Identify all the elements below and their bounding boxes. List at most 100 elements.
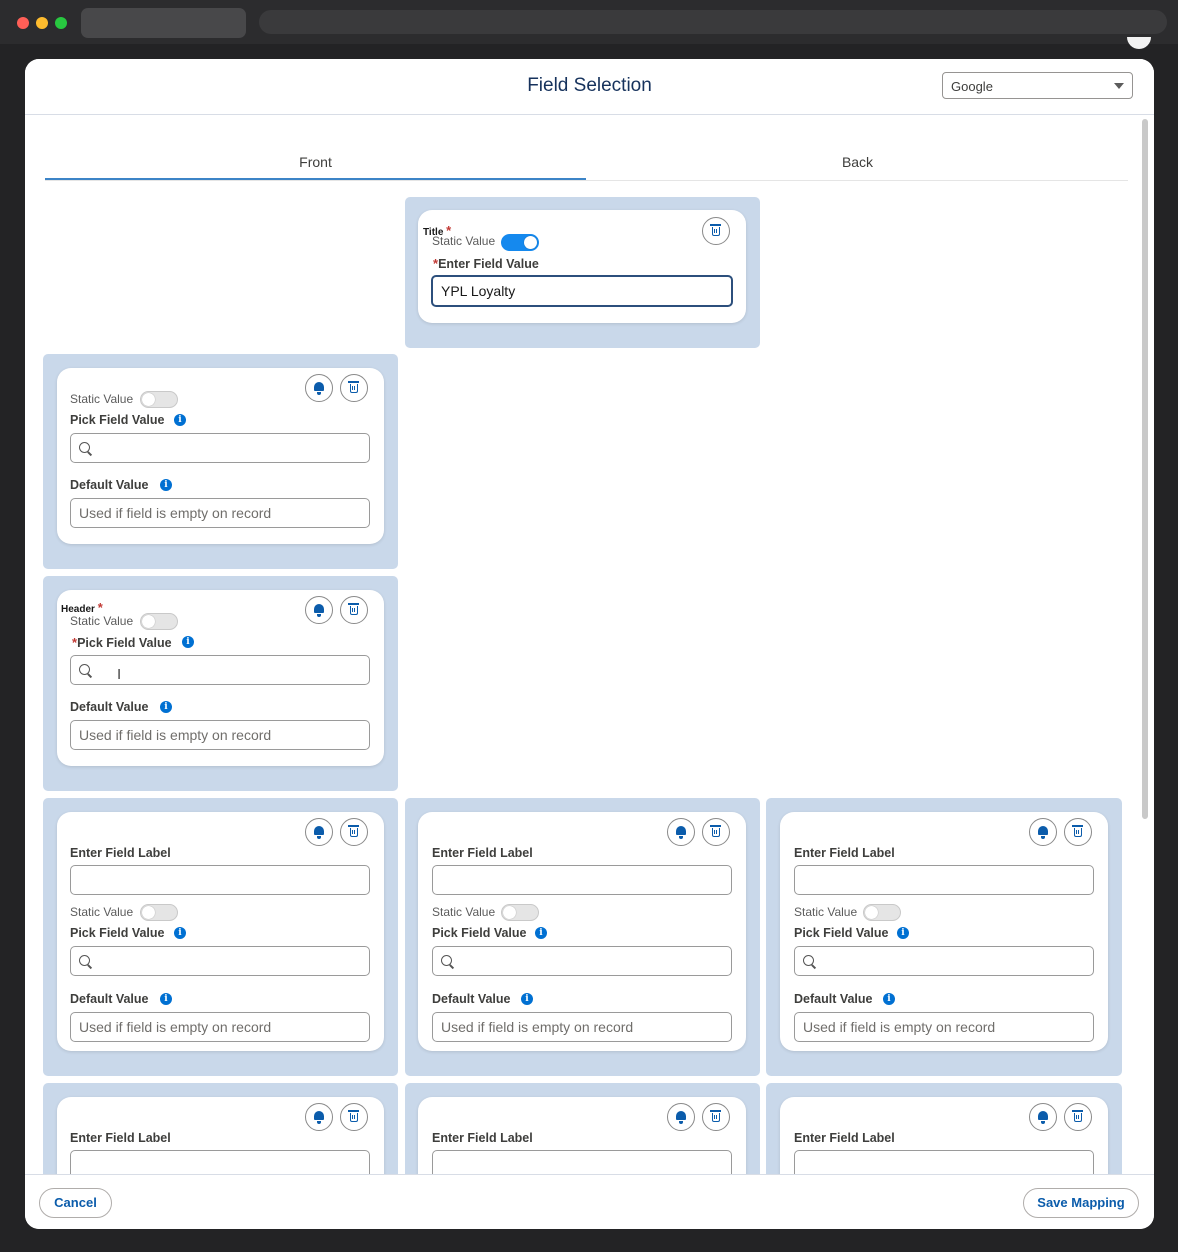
bell-icon bbox=[1038, 826, 1048, 839]
delete-button[interactable] bbox=[340, 818, 368, 846]
pick-field-search-input[interactable] bbox=[70, 946, 370, 976]
static-value-label: Static Value bbox=[794, 905, 858, 919]
modal-header: Field Selection Google bbox=[25, 59, 1154, 115]
info-icon[interactable]: i bbox=[160, 701, 172, 713]
default-value-input[interactable]: Used if field is empty on record bbox=[70, 1012, 370, 1042]
default-value-input[interactable]: Used if field is empty on record bbox=[794, 1012, 1094, 1042]
info-icon[interactable]: i bbox=[160, 479, 172, 491]
delete-button[interactable] bbox=[702, 217, 730, 245]
bell-icon bbox=[314, 826, 324, 839]
trash-icon bbox=[348, 603, 359, 615]
trash-icon bbox=[710, 224, 721, 236]
static-value-toggle[interactable] bbox=[501, 234, 539, 251]
enter-field-label-label: Enter Field Label bbox=[70, 1131, 171, 1145]
pick-field-search-input[interactable] bbox=[432, 946, 732, 976]
field-label-input[interactable] bbox=[70, 865, 370, 895]
field-panel: Static Value Pick Field Value i Default … bbox=[43, 354, 398, 569]
notify-button[interactable] bbox=[667, 818, 695, 846]
notify-button[interactable] bbox=[305, 1103, 333, 1131]
enter-field-label-label: Enter Field Label bbox=[794, 1131, 895, 1145]
bell-icon bbox=[314, 382, 324, 395]
browser-tab[interactable] bbox=[81, 8, 246, 38]
bell-icon bbox=[1038, 1111, 1048, 1124]
delete-button[interactable] bbox=[1064, 818, 1092, 846]
title-value-input[interactable]: YPL Loyalty bbox=[431, 275, 733, 307]
notify-button[interactable] bbox=[305, 596, 333, 624]
default-value-label: Default Value bbox=[70, 700, 149, 714]
tab-back[interactable]: Back bbox=[587, 154, 1128, 178]
trash-icon bbox=[710, 825, 721, 837]
field-label-input[interactable] bbox=[432, 865, 732, 895]
close-window-icon[interactable] bbox=[17, 17, 29, 29]
maximize-window-icon[interactable] bbox=[55, 17, 67, 29]
address-bar[interactable] bbox=[259, 10, 1167, 34]
cancel-button[interactable]: Cancel bbox=[39, 1188, 112, 1218]
scrollbar[interactable] bbox=[1139, 116, 1149, 1174]
trash-icon bbox=[1072, 825, 1083, 837]
minimize-window-icon[interactable] bbox=[36, 17, 48, 29]
pick-field-value-label: Pick Field Value bbox=[432, 926, 527, 940]
default-value-input[interactable]: Used if field is empty on record bbox=[432, 1012, 732, 1042]
static-value-toggle[interactable] bbox=[863, 904, 901, 921]
info-icon[interactable]: i bbox=[897, 927, 909, 939]
field-selection-modal: Field Selection Google Front Back Title … bbox=[25, 59, 1154, 1229]
required-mark: * bbox=[97, 600, 103, 615]
bell-icon bbox=[314, 1111, 324, 1124]
field-panel: Enter Field Label Static Value Pick Fiel… bbox=[766, 798, 1122, 1076]
bell-icon bbox=[314, 604, 324, 617]
notify-button[interactable] bbox=[667, 1103, 695, 1131]
notify-button[interactable] bbox=[305, 374, 333, 402]
delete-button[interactable] bbox=[340, 596, 368, 624]
delete-button[interactable] bbox=[1064, 1103, 1092, 1131]
field-label-input[interactable] bbox=[794, 865, 1094, 895]
field-panel: Enter Field Label Static Value Pick Fiel… bbox=[405, 798, 760, 1076]
static-value-toggle[interactable] bbox=[140, 391, 178, 408]
pick-field-search-input[interactable]: I bbox=[70, 655, 370, 685]
info-icon[interactable]: i bbox=[182, 636, 194, 648]
pick-field-value-label: Pick Field Value bbox=[70, 413, 165, 427]
static-value-toggle[interactable] bbox=[501, 904, 539, 921]
search-icon bbox=[441, 955, 452, 966]
tab-front[interactable]: Front bbox=[45, 154, 586, 180]
info-icon[interactable]: i bbox=[535, 927, 547, 939]
brand-select[interactable]: Google bbox=[942, 72, 1133, 99]
overlay-close-icon[interactable] bbox=[1127, 37, 1151, 49]
side-tabs: Front Back bbox=[45, 154, 1128, 181]
pick-field-search-input[interactable] bbox=[794, 946, 1094, 976]
static-value-label: Static Value bbox=[70, 614, 134, 628]
default-value-input[interactable]: Used if field is empty on record bbox=[70, 498, 370, 528]
delete-button[interactable] bbox=[702, 1103, 730, 1131]
default-value-label: Default Value bbox=[432, 992, 511, 1006]
notify-button[interactable] bbox=[305, 818, 333, 846]
modal-footer: Cancel Save Mapping bbox=[25, 1174, 1154, 1229]
browser-chrome bbox=[0, 0, 1178, 44]
save-mapping-button[interactable]: Save Mapping bbox=[1023, 1188, 1139, 1218]
bell-icon bbox=[676, 1111, 686, 1124]
static-value-toggle[interactable] bbox=[140, 904, 178, 921]
field-card: Enter Field Label Static Value Pick Fiel… bbox=[780, 812, 1108, 1051]
trash-icon bbox=[348, 825, 359, 837]
delete-button[interactable] bbox=[340, 1103, 368, 1131]
field-card: Enter Field Label Static Value Pick Fiel… bbox=[418, 812, 746, 1051]
search-icon bbox=[79, 664, 90, 675]
title-field-card: Title * Static Value *Enter Field Value … bbox=[418, 210, 746, 323]
static-value-toggle[interactable] bbox=[140, 613, 178, 630]
info-icon[interactable]: i bbox=[174, 927, 186, 939]
notify-button[interactable] bbox=[1029, 818, 1057, 846]
info-icon[interactable]: i bbox=[160, 993, 172, 1005]
title-field-panel: Title * Static Value *Enter Field Value … bbox=[405, 197, 760, 348]
trash-icon bbox=[348, 1110, 359, 1122]
static-value-label: Static Value bbox=[432, 234, 496, 248]
info-icon[interactable]: i bbox=[174, 414, 186, 426]
pick-field-search-input[interactable] bbox=[70, 433, 370, 463]
info-icon[interactable]: i bbox=[521, 993, 533, 1005]
scrollbar-thumb[interactable] bbox=[1142, 119, 1148, 819]
notify-button[interactable] bbox=[1029, 1103, 1057, 1131]
delete-button[interactable] bbox=[340, 374, 368, 402]
pick-field-value-label: Pick Field Value bbox=[70, 926, 165, 940]
delete-button[interactable] bbox=[702, 818, 730, 846]
default-value-input[interactable]: Used if field is empty on record bbox=[70, 720, 370, 750]
enter-field-value-label: Enter Field Value bbox=[438, 257, 539, 271]
info-icon[interactable]: i bbox=[883, 993, 895, 1005]
trash-icon bbox=[348, 381, 359, 393]
